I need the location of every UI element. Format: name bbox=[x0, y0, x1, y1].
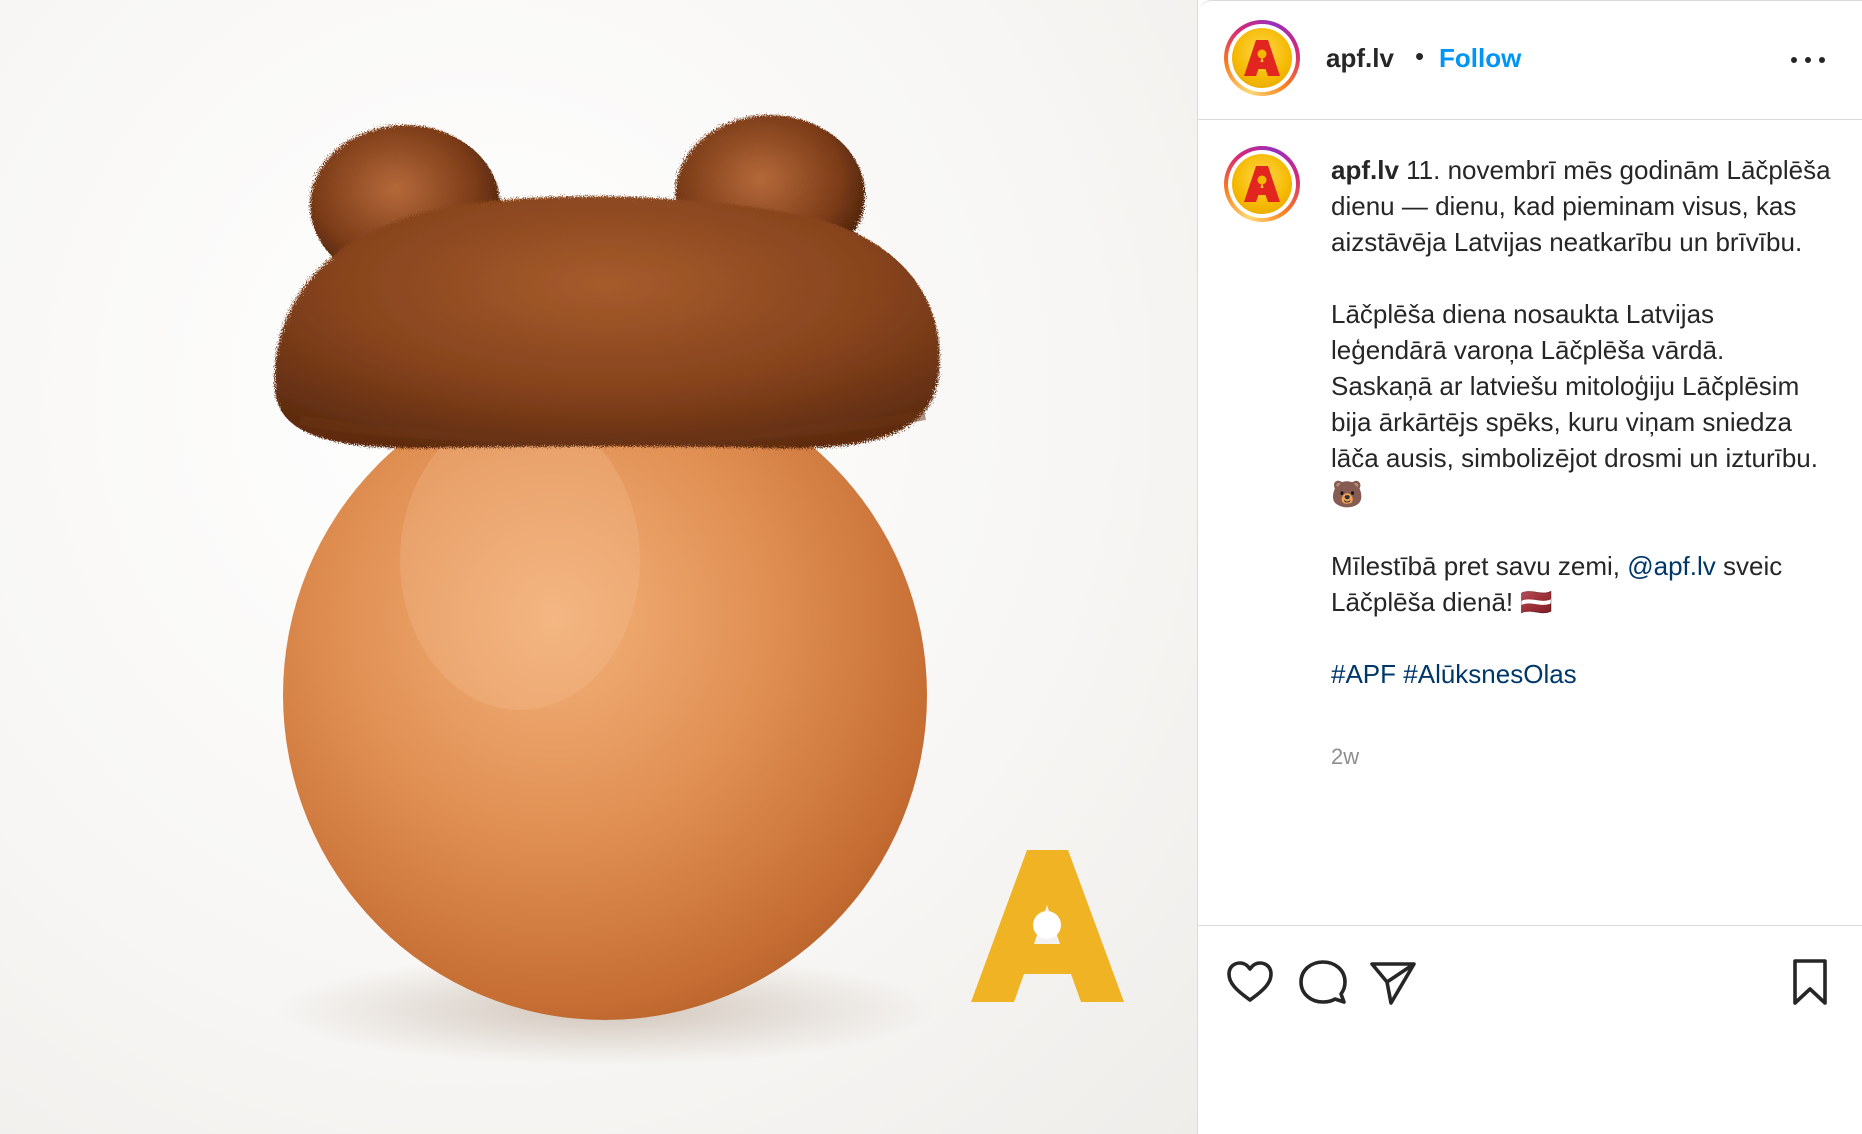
hashtag-link[interactable]: #AlūksnesOlas bbox=[1403, 659, 1576, 689]
bookmark-icon[interactable] bbox=[1784, 956, 1836, 1008]
post-timestamp[interactable]: 2w bbox=[1331, 744, 1359, 770]
more-options-icon[interactable] bbox=[1789, 45, 1829, 75]
heart-icon[interactable] bbox=[1224, 956, 1276, 1008]
caption-text-1: 11. novembrī mēs godinām Lāčplēša dienu … bbox=[1331, 155, 1831, 257]
caption-text-3a: Mīlestībā pret savu zemi, bbox=[1331, 551, 1620, 581]
apf-logo-icon bbox=[1244, 40, 1280, 76]
mention-link[interactable]: @apf.lv bbox=[1627, 551, 1716, 581]
caption-hashtags: #APF #AlūksnesOlas bbox=[1331, 656, 1831, 692]
caption-username[interactable]: apf.lv bbox=[1331, 155, 1399, 185]
instagram-post-view: apf.lv • Follow apf.lv 11. novembrī mēs … bbox=[0, 0, 1862, 1134]
post-header: apf.lv • Follow bbox=[1198, 0, 1862, 120]
caption-avatar[interactable] bbox=[1224, 146, 1300, 222]
comment-icon[interactable] bbox=[1297, 956, 1349, 1008]
caption-paragraph-1: apf.lv 11. novembrī mēs godinām Lāčplēša… bbox=[1331, 152, 1831, 260]
egg-with-bear-ears-illustration bbox=[274, 115, 1124, 1065]
action-bar bbox=[1198, 925, 1862, 1134]
post-caption: apf.lv 11. novembrī mēs godinām Lāčplēša… bbox=[1331, 152, 1831, 692]
hashtag-link[interactable]: #APF bbox=[1331, 659, 1396, 689]
header-separator: • bbox=[1415, 41, 1425, 71]
post-image[interactable] bbox=[0, 0, 1197, 1134]
fur-cap bbox=[274, 196, 940, 449]
header-username[interactable]: apf.lv bbox=[1326, 43, 1394, 74]
paper-plane-icon[interactable] bbox=[1367, 956, 1419, 1008]
caption-paragraph-2: Lāčplēša diena nosaukta Latvijas leģendā… bbox=[1331, 299, 1818, 509]
caption-paragraph-3: Mīlestībā pret savu zemi, @apf.lv sveic … bbox=[1331, 548, 1831, 620]
apf-logo-icon bbox=[1244, 166, 1280, 202]
follow-button[interactable]: Follow bbox=[1439, 43, 1521, 74]
post-side-panel: apf.lv • Follow apf.lv 11. novembrī mēs … bbox=[1197, 0, 1862, 1134]
profile-avatar[interactable] bbox=[1224, 20, 1300, 96]
apf-logo bbox=[971, 850, 1124, 1002]
